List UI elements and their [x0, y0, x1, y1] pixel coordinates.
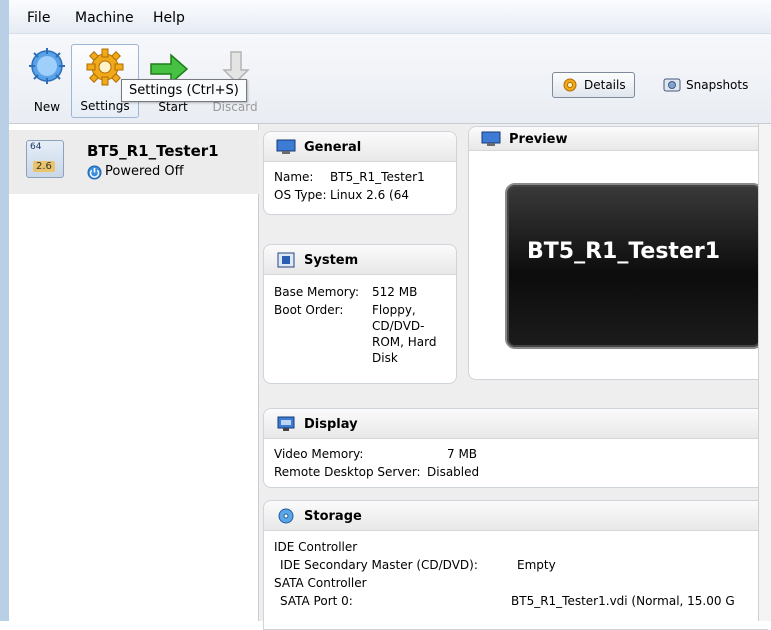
discard-label: Discard: [212, 100, 258, 114]
preview-header[interactable]: Preview: [469, 127, 768, 151]
storage-sata-port-value: BT5_R1_Tester1.vdi (Normal, 15.00 G: [511, 594, 735, 608]
vm-os-arch: 64: [30, 142, 42, 152]
display-title: Display: [304, 417, 358, 432]
preview-screen: BT5_R1_Tester1: [505, 183, 763, 349]
display-icon: [277, 416, 295, 431]
storage-ide-controller: IDE Controller: [274, 540, 358, 554]
storage-ide-secondary-label: IDE Secondary Master (CD/DVD):: [280, 558, 478, 572]
menu-file[interactable]: File: [27, 10, 50, 26]
general-header[interactable]: General: [264, 132, 456, 162]
storage-header[interactable]: Storage: [264, 501, 768, 531]
vm-os-icon: 64 2.6: [26, 140, 64, 178]
display-video-label: Video Memory:: [274, 447, 364, 461]
menu-machine[interactable]: Machine: [75, 10, 134, 26]
chip-icon: [277, 252, 295, 268]
powered-off-icon: [87, 165, 102, 180]
storage-ide-secondary-value: Empty: [517, 558, 556, 572]
details-pane: General Name: BT5_R1_Tester1 OS Type: Li…: [260, 124, 771, 630]
vm-name: BT5_R1_Tester1: [87, 142, 219, 160]
system-header[interactable]: System: [264, 245, 456, 275]
vm-state: Powered Off: [105, 164, 184, 179]
system-section: System Base Memory: 512 MB Boot Order: F…: [263, 244, 457, 384]
storage-sata-controller: SATA Controller: [274, 576, 367, 590]
vm-list-item[interactable]: 64 2.6 BT5_R1_Tester1 Powered Off: [9, 130, 259, 194]
display-header[interactable]: Display: [264, 409, 768, 439]
disk-icon: [278, 508, 294, 524]
snapshots-label: Snapshots: [686, 78, 749, 92]
monitor-icon: [481, 131, 501, 146]
system-boot-item: Floppy,: [372, 303, 416, 317]
preview-vm-name: BT5_R1_Tester1: [527, 239, 721, 264]
menu-help[interactable]: Help: [153, 10, 185, 26]
new-icon: [29, 48, 65, 84]
general-os-label: OS Type:: [274, 188, 327, 202]
general-name-value: BT5_R1_Tester1: [330, 170, 425, 184]
display-rds-value: Disabled: [427, 465, 480, 479]
details-gear-icon: [563, 78, 577, 92]
vm-list[interactable]: 64 2.6 BT5_R1_Tester1 Powered Off: [9, 124, 259, 621]
preview-title: Preview: [509, 132, 568, 147]
display-section: Display Video Memory: 7 MB Remote Deskto…: [263, 408, 768, 488]
system-memory-value: 512 MB: [372, 285, 418, 299]
display-video-value: 7 MB: [447, 447, 478, 461]
general-name-label: Name:: [274, 170, 314, 184]
settings-gear-icon: [86, 48, 124, 86]
storage-sata-port-label: SATA Port 0:: [280, 594, 353, 608]
details-label: Details: [584, 78, 626, 92]
storage-section: Storage IDE Controller IDE Secondary Mas…: [263, 500, 768, 630]
snapshots-camera-icon: [663, 78, 681, 92]
general-os-value: Linux 2.6 (64: [330, 188, 409, 202]
general-section: General Name: BT5_R1_Tester1 OS Type: Li…: [263, 131, 457, 215]
snapshots-button[interactable]: Snapshots: [655, 72, 756, 98]
storage-title: Storage: [304, 509, 362, 524]
system-boot-item: ROM, Hard: [372, 335, 437, 349]
details-scrollbar[interactable]: [758, 124, 771, 621]
start-label: Start: [158, 100, 188, 114]
vm-os-version: 2.6: [33, 161, 55, 172]
system-boot-label: Boot Order:: [274, 303, 344, 317]
system-memory-label: Base Memory:: [274, 285, 360, 299]
preview-section: Preview BT5_R1_Tester1: [468, 126, 768, 380]
system-title: System: [304, 253, 359, 268]
system-boot-item: Disk: [372, 351, 398, 365]
display-rds-label: Remote Desktop Server:: [274, 465, 421, 479]
menu-bar: File Machine Help: [9, 0, 771, 34]
settings-tooltip: Settings (Ctrl+S): [121, 79, 247, 102]
system-boot-item: CD/DVD-: [372, 319, 425, 333]
general-title: General: [304, 140, 362, 155]
details-button[interactable]: Details: [552, 72, 635, 98]
monitor-icon: [276, 139, 296, 154]
